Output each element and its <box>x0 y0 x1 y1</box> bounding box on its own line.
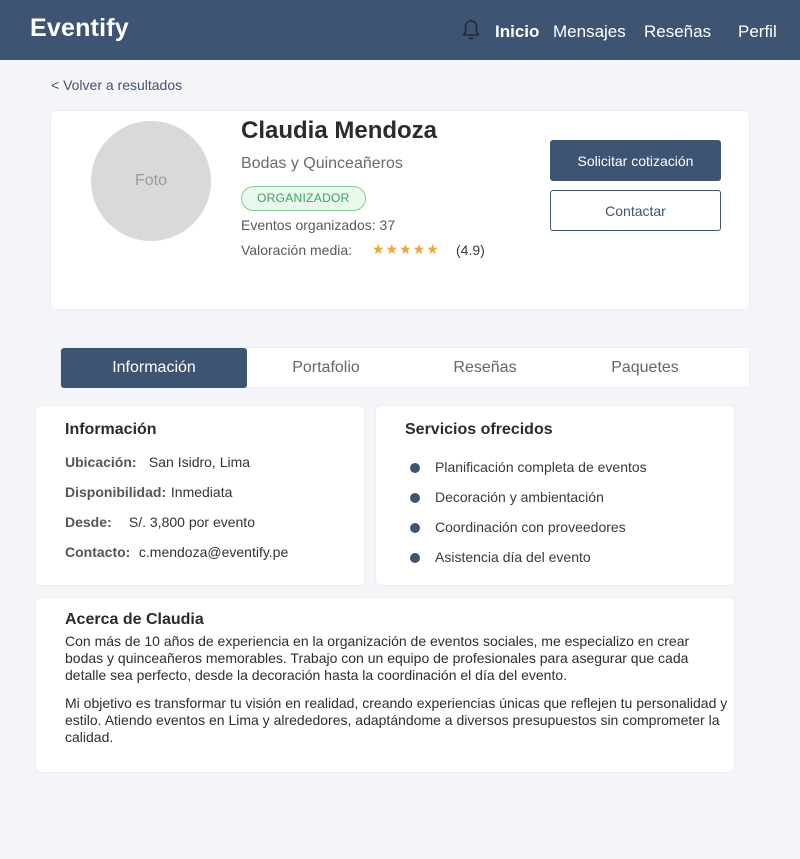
info-label: Contacto: <box>65 544 131 560</box>
info-value[interactable]: c.mendoza@eventify.pe <box>139 544 288 560</box>
bullet-icon <box>410 523 420 533</box>
about-title: Acerca de Claudia <box>65 611 204 628</box>
list-item: Asistencia día del evento <box>405 549 591 565</box>
rating-value: (4.9) <box>456 242 485 258</box>
tab-paquetes[interactable]: Paquetes <box>565 348 725 388</box>
info-label: Desde: <box>65 514 112 530</box>
bullet-icon <box>410 493 420 503</box>
info-card: Información Ubicación: San Isidro, Lima … <box>35 405 365 586</box>
info-value: Inmediata <box>170 484 233 500</box>
top-navbar: Eventify Inicio Mensajes Reseñas Perfil <box>0 0 800 60</box>
nav-inicio[interactable]: Inicio <box>495 22 539 42</box>
back-to-results-link[interactable]: < Volver a resultados <box>51 77 182 93</box>
info-label: Ubicación: <box>65 454 137 470</box>
service-label: Decoración y ambientación <box>435 489 604 505</box>
info-label: Disponibilidad: <box>65 484 167 500</box>
profile-tabs: Información Portafolio Reseñas Paquetes <box>60 347 750 388</box>
photo-placeholder-label: Foto <box>134 172 167 189</box>
tab-informacion[interactable]: Información <box>61 348 247 388</box>
tab-resenas[interactable]: Reseñas <box>405 348 565 388</box>
list-item: Coordinación con proveedores <box>405 519 626 535</box>
info-row-location: Ubicación: San Isidro, Lima <box>65 454 250 470</box>
service-label: Asistencia día del evento <box>435 549 591 565</box>
contact-button[interactable]: Contactar <box>550 190 721 231</box>
info-value: S/. 3,800 por evento <box>128 514 255 530</box>
bullet-icon <box>410 553 420 563</box>
service-label: Planificación completa de eventos <box>435 459 647 475</box>
profile-card: Foto Claudia Mendoza Bodas y Quinceañero… <box>50 110 750 310</box>
services-card: Servicios ofrecidos Planificación comple… <box>375 405 735 586</box>
tab-portafolio[interactable]: Portafolio <box>247 348 405 388</box>
profile-name: Claudia Mendoza <box>241 117 438 144</box>
nav-resenas[interactable]: Reseñas <box>644 22 711 42</box>
info-row-price: Desde: S/. 3,800 por evento <box>65 514 255 530</box>
star-rating-icon: ★★★★★ <box>372 241 440 257</box>
bell-icon[interactable] <box>461 19 481 41</box>
list-item: Planificación completa de eventos <box>405 459 647 475</box>
brand-logo[interactable]: Eventify <box>30 14 129 43</box>
info-row-contact: Contacto: c.mendoza@eventify.pe <box>65 544 288 560</box>
bullet-icon <box>410 463 420 473</box>
profile-photo: Foto <box>91 121 211 241</box>
events-count: Eventos organizados: 37 <box>241 217 396 233</box>
nav-perfil[interactable]: Perfil <box>738 22 777 42</box>
about-paragraph: Mi objetivo es transformar tu visión en … <box>65 695 728 745</box>
service-label: Coordinación con proveedores <box>435 519 626 535</box>
profile-category: Bodas y Quinceañeros <box>241 155 403 172</box>
info-value: San Isidro, Lima <box>148 454 251 470</box>
about-card: Acerca de Claudia Con más de 10 años de … <box>35 597 735 773</box>
about-paragraph: Con más de 10 años de experiencia en la … <box>65 633 690 683</box>
role-badge: ORGANIZADOR <box>241 186 366 211</box>
request-quote-button[interactable]: Solicitar cotización <box>550 140 721 181</box>
nav-mensajes[interactable]: Mensajes <box>553 22 626 42</box>
info-title: Información <box>65 421 157 438</box>
rating-label: Valoración media: <box>241 242 353 258</box>
services-title: Servicios ofrecidos <box>405 421 553 438</box>
list-item: Decoración y ambientación <box>405 489 604 505</box>
info-row-availability: Disponibilidad: Inmediata <box>65 484 232 500</box>
